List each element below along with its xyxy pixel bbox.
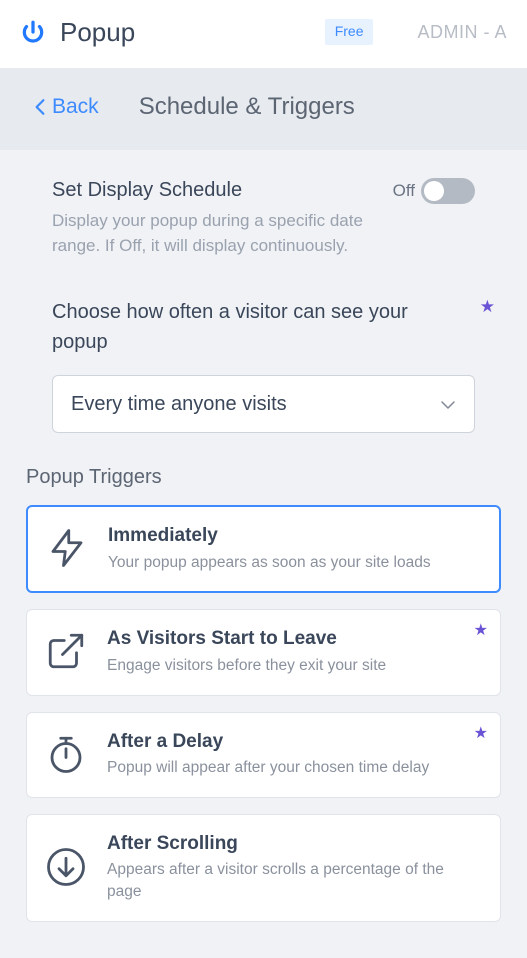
schedule-title: Set Display Schedule xyxy=(52,176,373,204)
display-schedule-row: Set Display Schedule Display your popup … xyxy=(26,176,501,259)
trigger-title: After a Delay xyxy=(107,729,482,756)
star-icon: ★ xyxy=(480,295,495,319)
back-button[interactable]: Back xyxy=(34,92,99,121)
trigger-description: Popup will appear after your chosen time… xyxy=(107,757,482,779)
arrow-down-circle-icon xyxy=(45,846,87,888)
trigger-after-delay[interactable]: ★ After a Delay Popup will appear after … xyxy=(26,712,501,798)
brand-name: Popup xyxy=(60,14,135,50)
chevron-left-icon xyxy=(34,98,46,116)
frequency-select[interactable]: Every time anyone visits xyxy=(52,375,475,433)
star-icon: ★ xyxy=(474,723,488,745)
app-bar: Popup Free ADMIN - A xyxy=(0,0,527,68)
star-icon: ★ xyxy=(474,620,488,642)
frequency-selected: Every time anyone visits xyxy=(71,390,287,418)
trigger-immediately[interactable]: Immediately Your popup appears as soon a… xyxy=(26,505,501,593)
trigger-title: As Visitors Start to Leave xyxy=(107,626,482,653)
schedule-toggle[interactable] xyxy=(421,178,475,204)
lightning-icon xyxy=(46,527,88,569)
trigger-title: Immediately xyxy=(108,523,481,550)
back-label: Back xyxy=(52,92,99,121)
trigger-description: Appears after a visitor scrolls a percen… xyxy=(107,859,482,902)
stopwatch-icon xyxy=(45,733,87,775)
content-area: Set Display Schedule Display your popup … xyxy=(0,150,527,958)
schedule-description: Display your popup during a specific dat… xyxy=(52,208,373,259)
trigger-title: After Scrolling xyxy=(107,831,482,858)
frequency-title: Choose how often a visitor can see your … xyxy=(52,297,475,357)
page-header: Back Schedule & Triggers xyxy=(0,68,527,150)
trigger-after-scrolling[interactable]: After Scrolling Appears after a visitor … xyxy=(26,814,501,922)
trigger-description: Engage visitors before they exit your si… xyxy=(107,655,482,677)
toggle-state-label: Off xyxy=(393,179,415,203)
toggle-knob xyxy=(424,181,444,201)
frequency-block: ★ Choose how often a visitor can see you… xyxy=(26,259,501,433)
page-title: Schedule & Triggers xyxy=(139,90,355,124)
triggers-section-label: Popup Triggers xyxy=(26,463,501,491)
admin-label: ADMIN - A xyxy=(417,20,507,45)
plan-badge: Free xyxy=(325,19,374,45)
external-link-icon xyxy=(45,630,87,672)
trigger-description: Your popup appears as soon as your site … xyxy=(108,552,481,574)
brand-logo-icon xyxy=(20,19,46,45)
trigger-exit-intent[interactable]: ★ As Visitors Start to Leave Engage visi… xyxy=(26,609,501,695)
chevron-down-icon xyxy=(440,390,456,418)
